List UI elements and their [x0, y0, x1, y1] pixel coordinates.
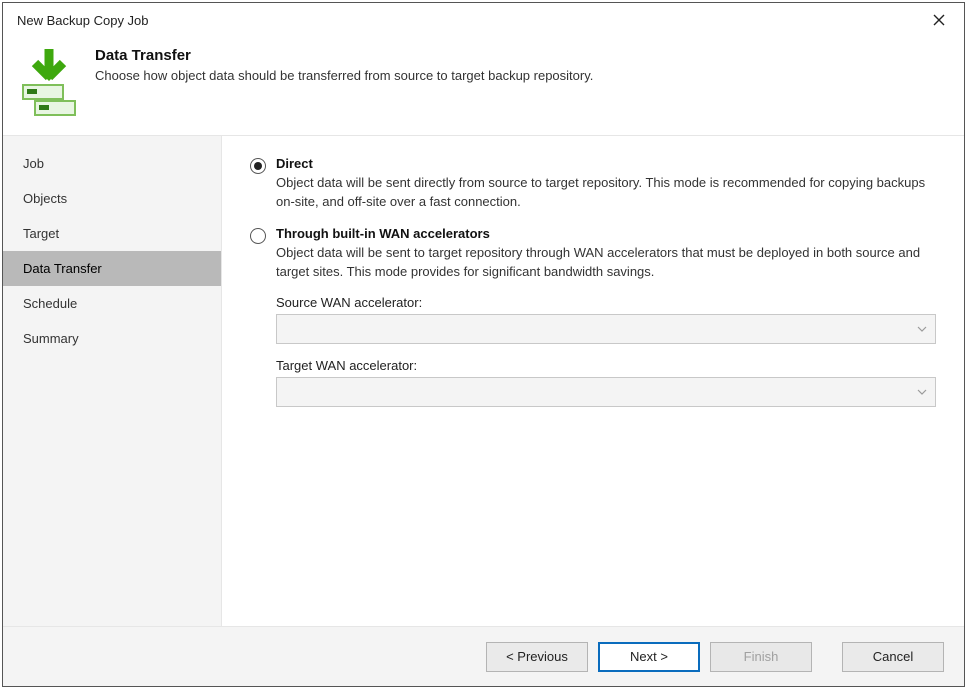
source-accelerator-combo[interactable] — [276, 314, 936, 344]
wizard-footer: < Previous Next > Finish Cancel — [3, 626, 964, 686]
target-accelerator-field: Target WAN accelerator: — [276, 358, 936, 407]
data-transfer-icon — [21, 47, 77, 117]
cancel-button[interactable]: Cancel — [842, 642, 944, 672]
sidebar-item-target[interactable]: Target — [3, 216, 221, 251]
header-text: Data Transfer Choose how object data sho… — [95, 47, 593, 83]
option-direct-title: Direct — [276, 156, 936, 171]
next-button[interactable]: Next > — [598, 642, 700, 672]
chevron-down-icon — [915, 385, 929, 399]
option-direct-desc: Object data will be sent directly from s… — [276, 174, 936, 212]
option-wan: Through built-in WAN accelerators Object… — [250, 226, 936, 282]
wizard-body: Job Objects Target Data Transfer Schedul… — [3, 136, 964, 626]
window-title: New Backup Copy Job — [17, 13, 149, 28]
chevron-down-icon — [915, 322, 929, 336]
titlebar: New Backup Copy Job — [3, 3, 964, 37]
option-wan-desc: Object data will be sent to target repos… — [276, 244, 936, 282]
finish-button: Finish — [710, 642, 812, 672]
close-icon — [933, 14, 945, 26]
wizard-window: New Backup Copy Job Data Transfer Choose… — [2, 2, 965, 687]
previous-button[interactable]: < Previous — [486, 642, 588, 672]
option-direct: Direct Object data will be sent directly… — [250, 156, 936, 212]
target-accelerator-combo[interactable] — [276, 377, 936, 407]
sidebar-item-objects[interactable]: Objects — [3, 181, 221, 216]
content-panel: Direct Object data will be sent directly… — [221, 136, 964, 626]
radio-direct[interactable] — [250, 158, 266, 174]
wizard-header: Data Transfer Choose how object data sho… — [3, 37, 964, 136]
page-subtitle: Choose how object data should be transfe… — [95, 68, 593, 83]
sidebar-item-schedule[interactable]: Schedule — [3, 286, 221, 321]
source-accelerator-label: Source WAN accelerator: — [276, 295, 936, 310]
wizard-steps-sidebar: Job Objects Target Data Transfer Schedul… — [3, 136, 221, 626]
page-title: Data Transfer — [95, 47, 593, 64]
option-wan-title: Through built-in WAN accelerators — [276, 226, 936, 241]
radio-wan[interactable] — [250, 228, 266, 244]
source-accelerator-field: Source WAN accelerator: — [276, 295, 936, 344]
sidebar-item-data-transfer[interactable]: Data Transfer — [3, 251, 221, 286]
target-accelerator-label: Target WAN accelerator: — [276, 358, 936, 373]
sidebar-item-job[interactable]: Job — [3, 146, 221, 181]
sidebar-item-summary[interactable]: Summary — [3, 321, 221, 356]
close-button[interactable] — [924, 5, 954, 35]
